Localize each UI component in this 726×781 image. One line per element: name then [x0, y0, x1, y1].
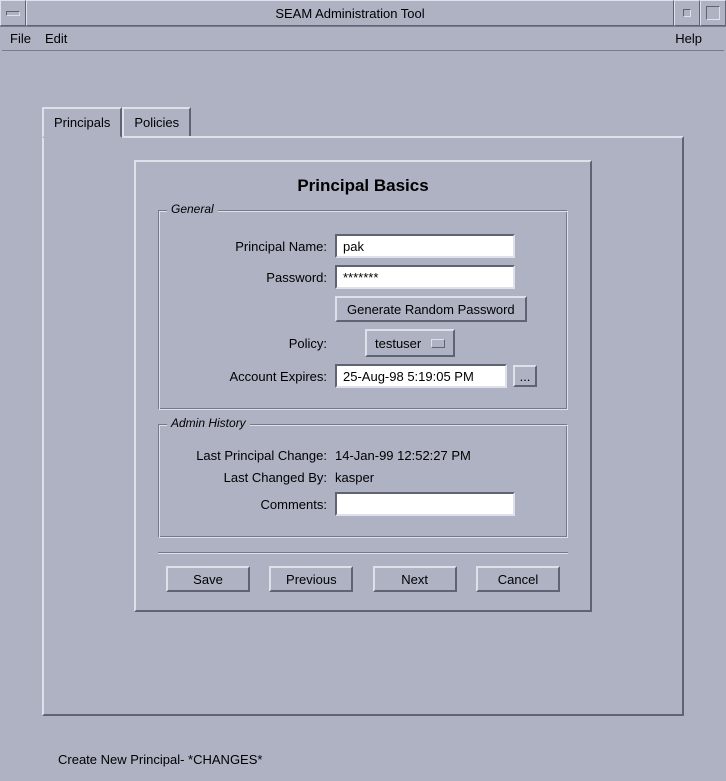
group-general-legend: General	[167, 202, 218, 216]
last-changed-by-label: Last Changed By:	[169, 470, 335, 485]
optionmenu-icon	[431, 339, 445, 348]
principal-name-input[interactable]	[335, 234, 515, 258]
account-expires-input[interactable]	[335, 364, 507, 388]
principal-basics-panel: Principal Basics General Principal Name:…	[134, 160, 592, 612]
policy-select[interactable]: testuser	[365, 329, 455, 357]
group-admin-history: Admin History Last Principal Change: 14-…	[158, 424, 568, 538]
maximize-icon	[706, 6, 720, 20]
window-title: SEAM Administration Tool	[26, 0, 674, 26]
status-text: Create New Principal- *CHANGES*	[58, 752, 684, 767]
app-window: SEAM Administration Tool File Edit Help …	[0, 0, 726, 781]
last-change-value: 14-Jan-99 12:52:27 PM	[335, 448, 471, 463]
generate-password-button[interactable]: Generate Random Password	[335, 296, 527, 322]
client-area: Principals Policies Principal Basics Gen…	[0, 50, 726, 777]
tab-policies[interactable]: Policies	[122, 107, 191, 136]
tab-page-principals: Principal Basics General Principal Name:…	[42, 136, 684, 716]
panel-title: Principal Basics	[158, 176, 568, 196]
comments-input[interactable]	[335, 492, 515, 516]
save-button[interactable]: Save	[166, 566, 250, 592]
account-expires-browse-button[interactable]: ...	[513, 365, 537, 387]
last-changed-by-value: kasper	[335, 470, 374, 485]
cancel-button[interactable]: Cancel	[476, 566, 560, 592]
policy-select-value: testuser	[375, 336, 421, 351]
minimize-icon	[683, 9, 691, 17]
tab-principals[interactable]: Principals	[42, 107, 122, 138]
menu-file[interactable]: File	[10, 31, 31, 46]
tabstrip: Principals Policies	[42, 108, 684, 136]
previous-button[interactable]: Previous	[269, 566, 353, 592]
password-label: Password:	[169, 270, 335, 285]
titlebar: SEAM Administration Tool	[0, 0, 726, 27]
menu-help[interactable]: Help	[675, 31, 702, 46]
separator	[158, 552, 568, 554]
menu-edit[interactable]: Edit	[45, 31, 67, 46]
account-expires-label: Account Expires:	[169, 369, 335, 384]
policy-label: Policy:	[169, 336, 335, 351]
window-menu-button[interactable]	[0, 0, 26, 26]
group-general: General Principal Name: Password: Genera…	[158, 210, 568, 410]
comments-label: Comments:	[169, 497, 335, 512]
minimize-button[interactable]	[674, 0, 700, 26]
maximize-button[interactable]	[700, 0, 726, 26]
password-input[interactable]	[335, 265, 515, 289]
principal-name-label: Principal Name:	[169, 239, 335, 254]
next-button[interactable]: Next	[373, 566, 457, 592]
last-change-label: Last Principal Change:	[169, 448, 335, 463]
window-menu-icon	[6, 11, 20, 16]
group-admin-history-legend: Admin History	[167, 416, 250, 430]
menubar: File Edit Help	[0, 27, 726, 51]
button-row: Save Previous Next Cancel	[158, 566, 568, 592]
